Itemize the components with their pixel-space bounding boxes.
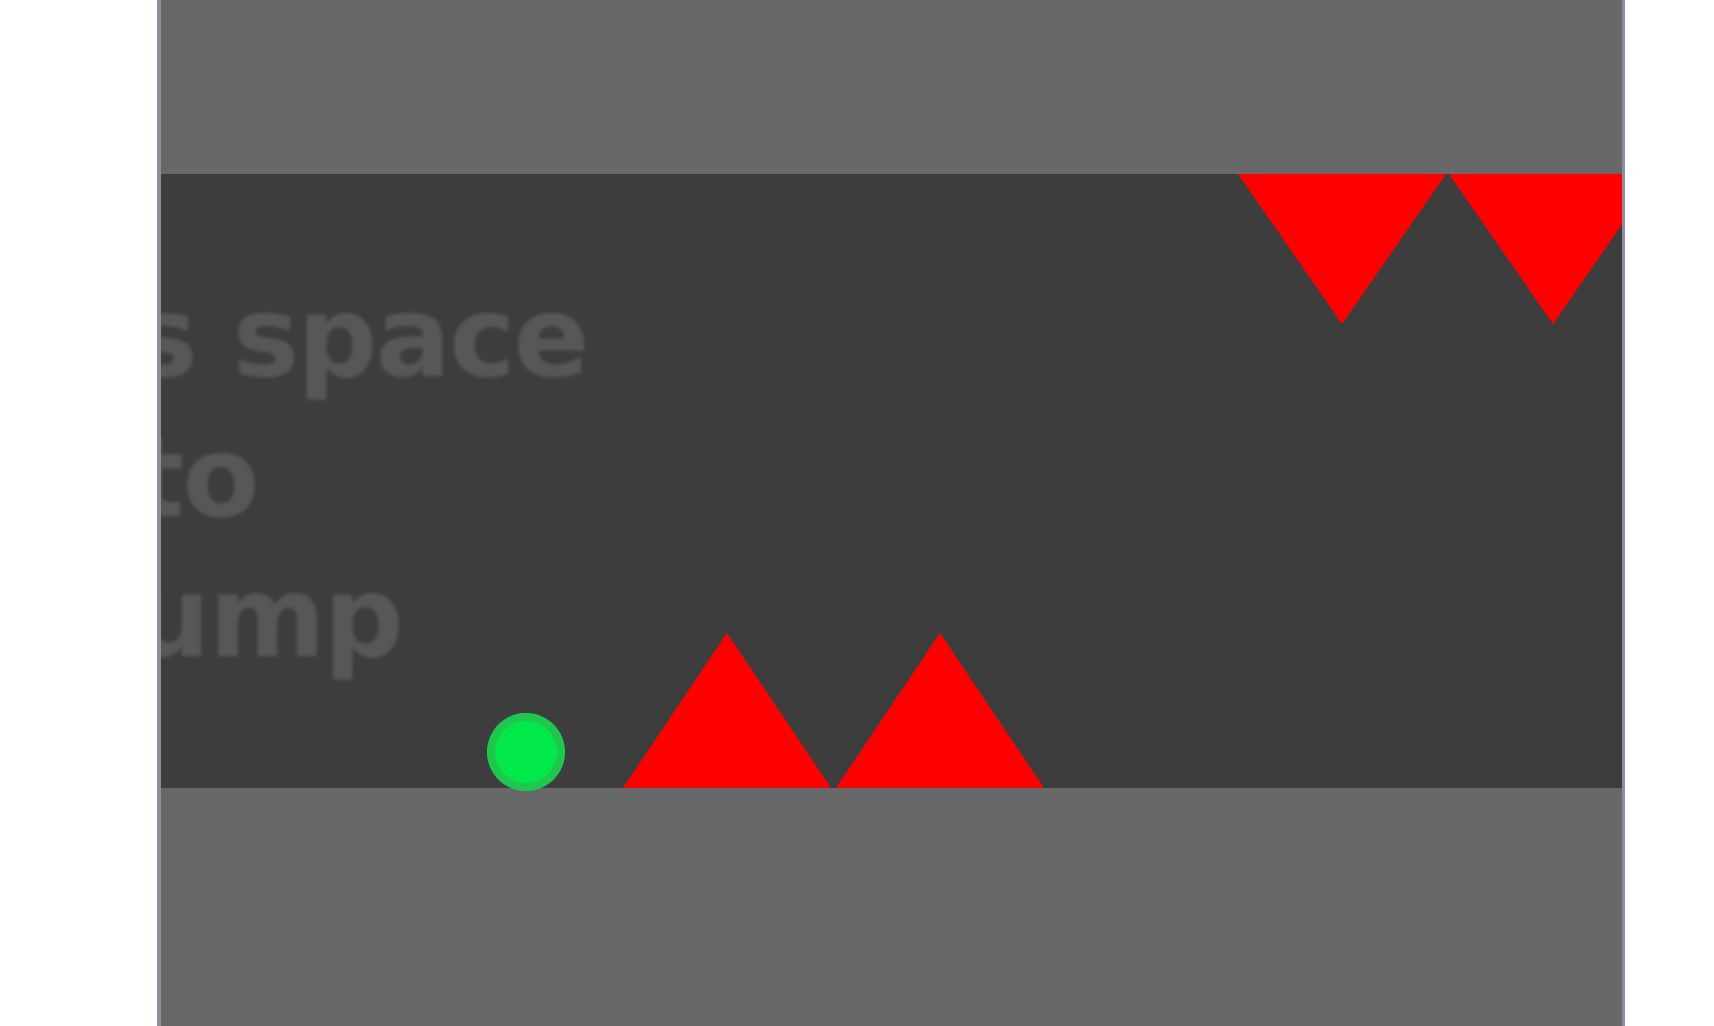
player-ball (487, 713, 565, 791)
hint-text: s space to ump (157, 273, 589, 683)
page: s space to ump (0, 0, 1714, 1026)
floor-spike-1 (623, 633, 831, 788)
playfield: s space to ump (161, 174, 1622, 791)
game-canvas[interactable]: s space to ump (157, 0, 1625, 1026)
ceiling-spike-1 (1238, 174, 1446, 324)
ceiling-spike-2 (1449, 174, 1622, 324)
floor-spike-2 (836, 633, 1044, 788)
